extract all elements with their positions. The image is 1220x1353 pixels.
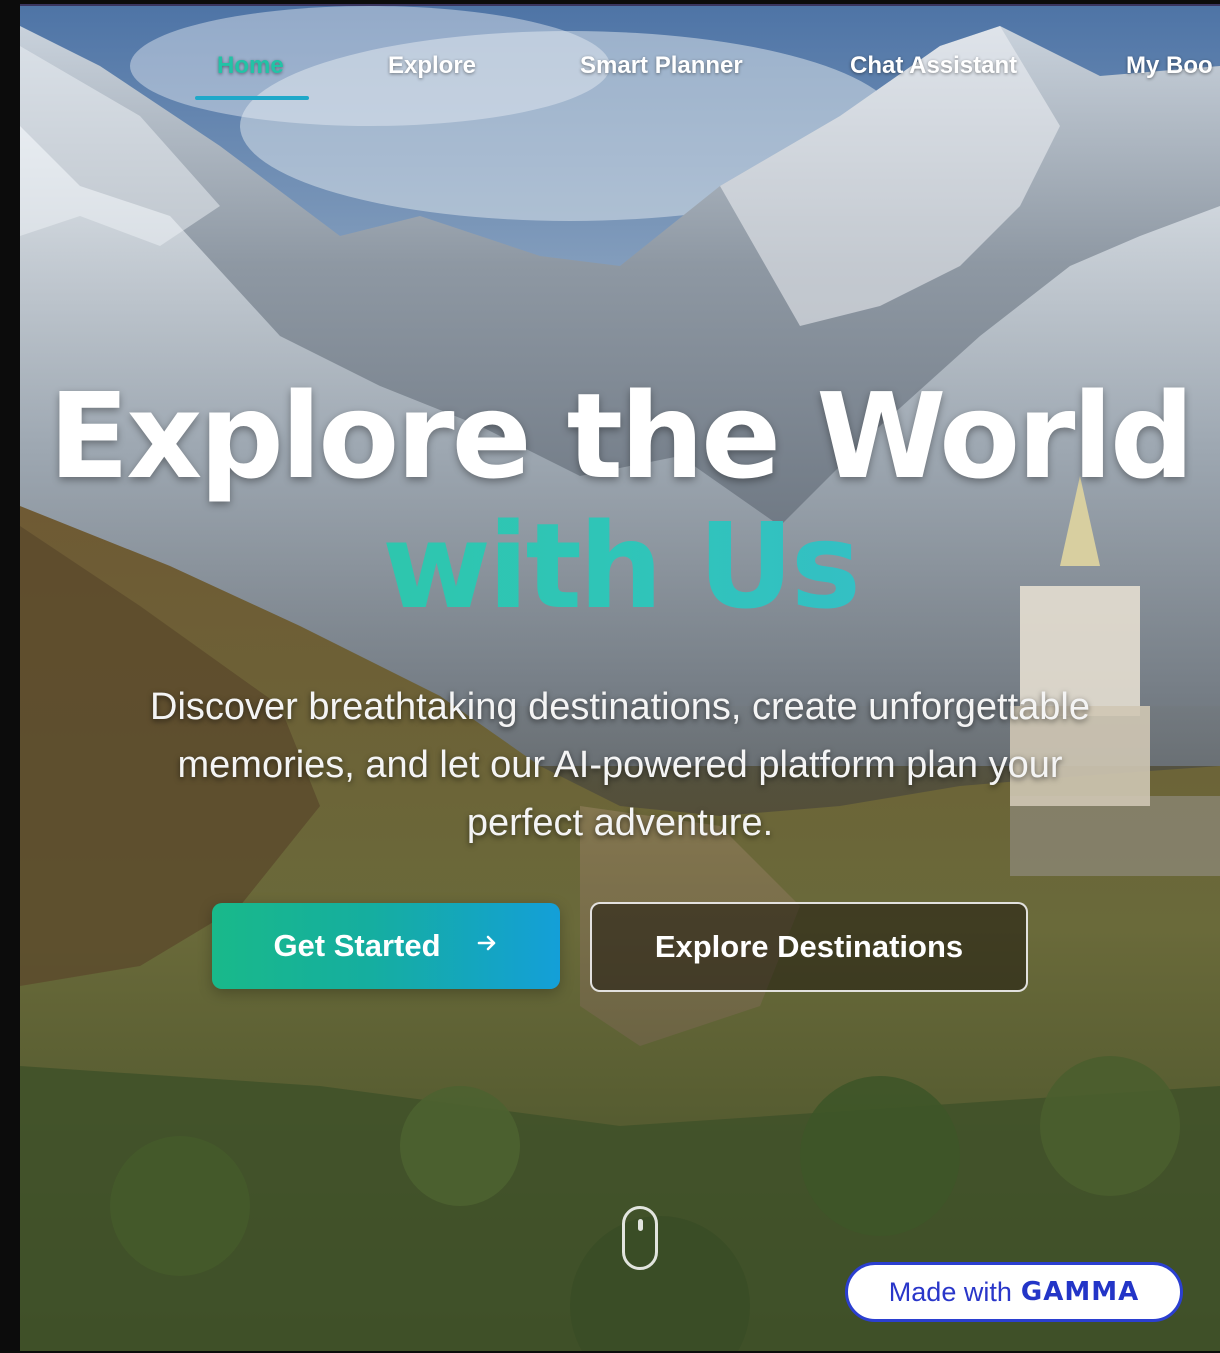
made-with-gamma-badge[interactable]: Made with GAMMA — [845, 1262, 1183, 1322]
arrow-right-icon — [475, 930, 499, 962]
explore-destinations-button[interactable]: Explore Destinations — [590, 902, 1028, 992]
hero-subtitle-line: Discover breathtaking destinations, crea… — [150, 686, 1090, 728]
nav-item-home[interactable]: Home — [217, 52, 284, 80]
gamma-logo: GAMMA — [1020, 1277, 1140, 1307]
get-started-label: Get Started — [273, 928, 441, 963]
hero-headline-accent: with Us — [20, 501, 1220, 631]
badge-prefix: Made with — [888, 1276, 1012, 1307]
mouse-scroll-icon[interactable] — [622, 1206, 658, 1270]
top-nav: Home Explore Smart Planner Chat Assistan… — [20, 46, 1220, 106]
nav-active-indicator — [195, 96, 309, 100]
hero-subtitle-line: perfect adventure. — [466, 802, 774, 844]
hero-headline: Explore the World — [48, 367, 1195, 505]
get-started-button[interactable]: Get Started — [212, 903, 560, 989]
nav-item-smart-planner[interactable]: Smart Planner — [580, 52, 743, 80]
nav-item-my-bookings[interactable]: My Boo — [1126, 52, 1213, 80]
page-frame: Home Explore Smart Planner Chat Assistan… — [0, 0, 1220, 1353]
nav-item-chat-assistant[interactable]: Chat Assistant — [850, 52, 1017, 80]
nav-item-explore[interactable]: Explore — [388, 52, 476, 80]
scroll-wheel-dot — [638, 1219, 643, 1231]
hero-subtitle: Discover breathtaking destinations, crea… — [40, 678, 1200, 852]
hero-subtitle-line: memories, and let our AI-powered platfor… — [177, 744, 1063, 786]
hero-section: Home Explore Smart Planner Chat Assistan… — [20, 4, 1220, 1351]
